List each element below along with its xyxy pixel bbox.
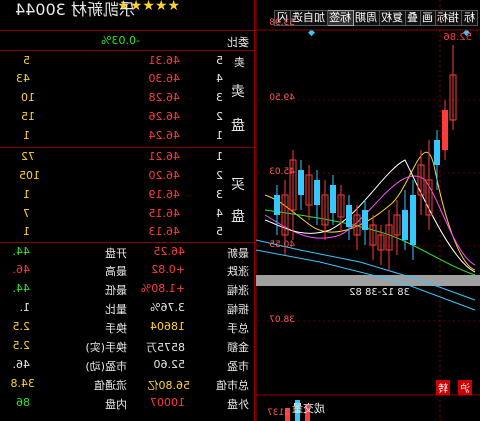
bid-row-3[interactable]: 3 46.19 1 bbox=[0, 187, 255, 204]
stat-row: 外盘 10007 内盘 86 bbox=[16, 396, 249, 411]
stat-row: 振幅 3.76% 量比 1. bbox=[19, 301, 250, 316]
ask-row-1[interactable]: 1 46.24 1 bbox=[0, 128, 255, 145]
bid-row-5[interactable]: 5 46.13 1 bbox=[0, 224, 255, 241]
stock-title[interactable]: 乐凯新材 30044 bbox=[15, 0, 135, 20]
ask-row-2[interactable]: 盘 2 46.26 15 bbox=[0, 109, 255, 134]
stat-row: 最新 46.25 开盘 44. bbox=[12, 245, 250, 260]
commission-row: 委比 -0.03% bbox=[0, 33, 255, 50]
y-axis-label: 40.55 bbox=[269, 240, 295, 250]
volume-label[interactable]: 成交量 bbox=[292, 400, 325, 416]
bid-row-2[interactable]: 买 2 46.20 105 bbox=[0, 168, 255, 193]
stat-row: 市盈 52.60 市盈(动) 46. bbox=[12, 358, 250, 373]
y-axis-label: 53.98 bbox=[269, 18, 295, 28]
commission-label: 委比 bbox=[227, 36, 249, 49]
ask-row-5[interactable]: 卖 5 46.31 5 bbox=[0, 53, 255, 70]
y-axis-label: 49.50 bbox=[269, 93, 295, 103]
stat-row: 涨跌 +0.82 最高 46. bbox=[12, 263, 250, 278]
ask-row-3[interactable]: 3 46.28 10 bbox=[0, 90, 255, 107]
stat-row: 总手 18604 换手 2.5 bbox=[12, 320, 250, 335]
quote-header: ★★★★★ 乐凯新材 30044 bbox=[0, 0, 255, 30]
time-axis-label: 38 12-38 82 bbox=[349, 287, 410, 298]
volume-axis-label: 2137 bbox=[267, 408, 290, 418]
y-axis-label: 45.03 bbox=[269, 167, 295, 177]
stat-row: 涨幅 +1.80% 最低 44. bbox=[12, 282, 250, 297]
kline-chart-panel[interactable]: 标 指标 画 叠 复权 周期 标签 加自选 闪 ◆ ◆ 52.86 53.98 … bbox=[255, 0, 480, 421]
y-axis-label: 38.07 bbox=[269, 315, 295, 325]
max-price-label: 52.86 bbox=[443, 32, 472, 43]
transfer-tag: 转 bbox=[436, 380, 450, 395]
stat-row: 总市值 56.80亿 流通值 34.8 bbox=[10, 377, 250, 392]
kline-chart[interactable] bbox=[255, 0, 480, 421]
stat-row: 金额 8575万 换手(实) 2.5 bbox=[12, 339, 250, 354]
bid-row-1[interactable]: 1 46.21 72 bbox=[0, 149, 255, 166]
sh-tag: 沪 bbox=[458, 380, 472, 395]
ask-row-4[interactable]: 卖 4 46.30 43 bbox=[0, 71, 255, 100]
commission-value: -0.03% bbox=[101, 34, 140, 47]
bid-row-4[interactable]: 盘 4 46.15 7 bbox=[0, 206, 255, 225]
quote-panel: ★★★★★ 乐凯新材 30044 委比 -0.03% 卖 5 46.31 5 卖 4 46… bbox=[0, 0, 255, 421]
mirrored-screen: ★★★★★ 乐凯新材 30044 委比 -0.03% 卖 5 46.31 5 卖 4 46… bbox=[0, 0, 480, 421]
